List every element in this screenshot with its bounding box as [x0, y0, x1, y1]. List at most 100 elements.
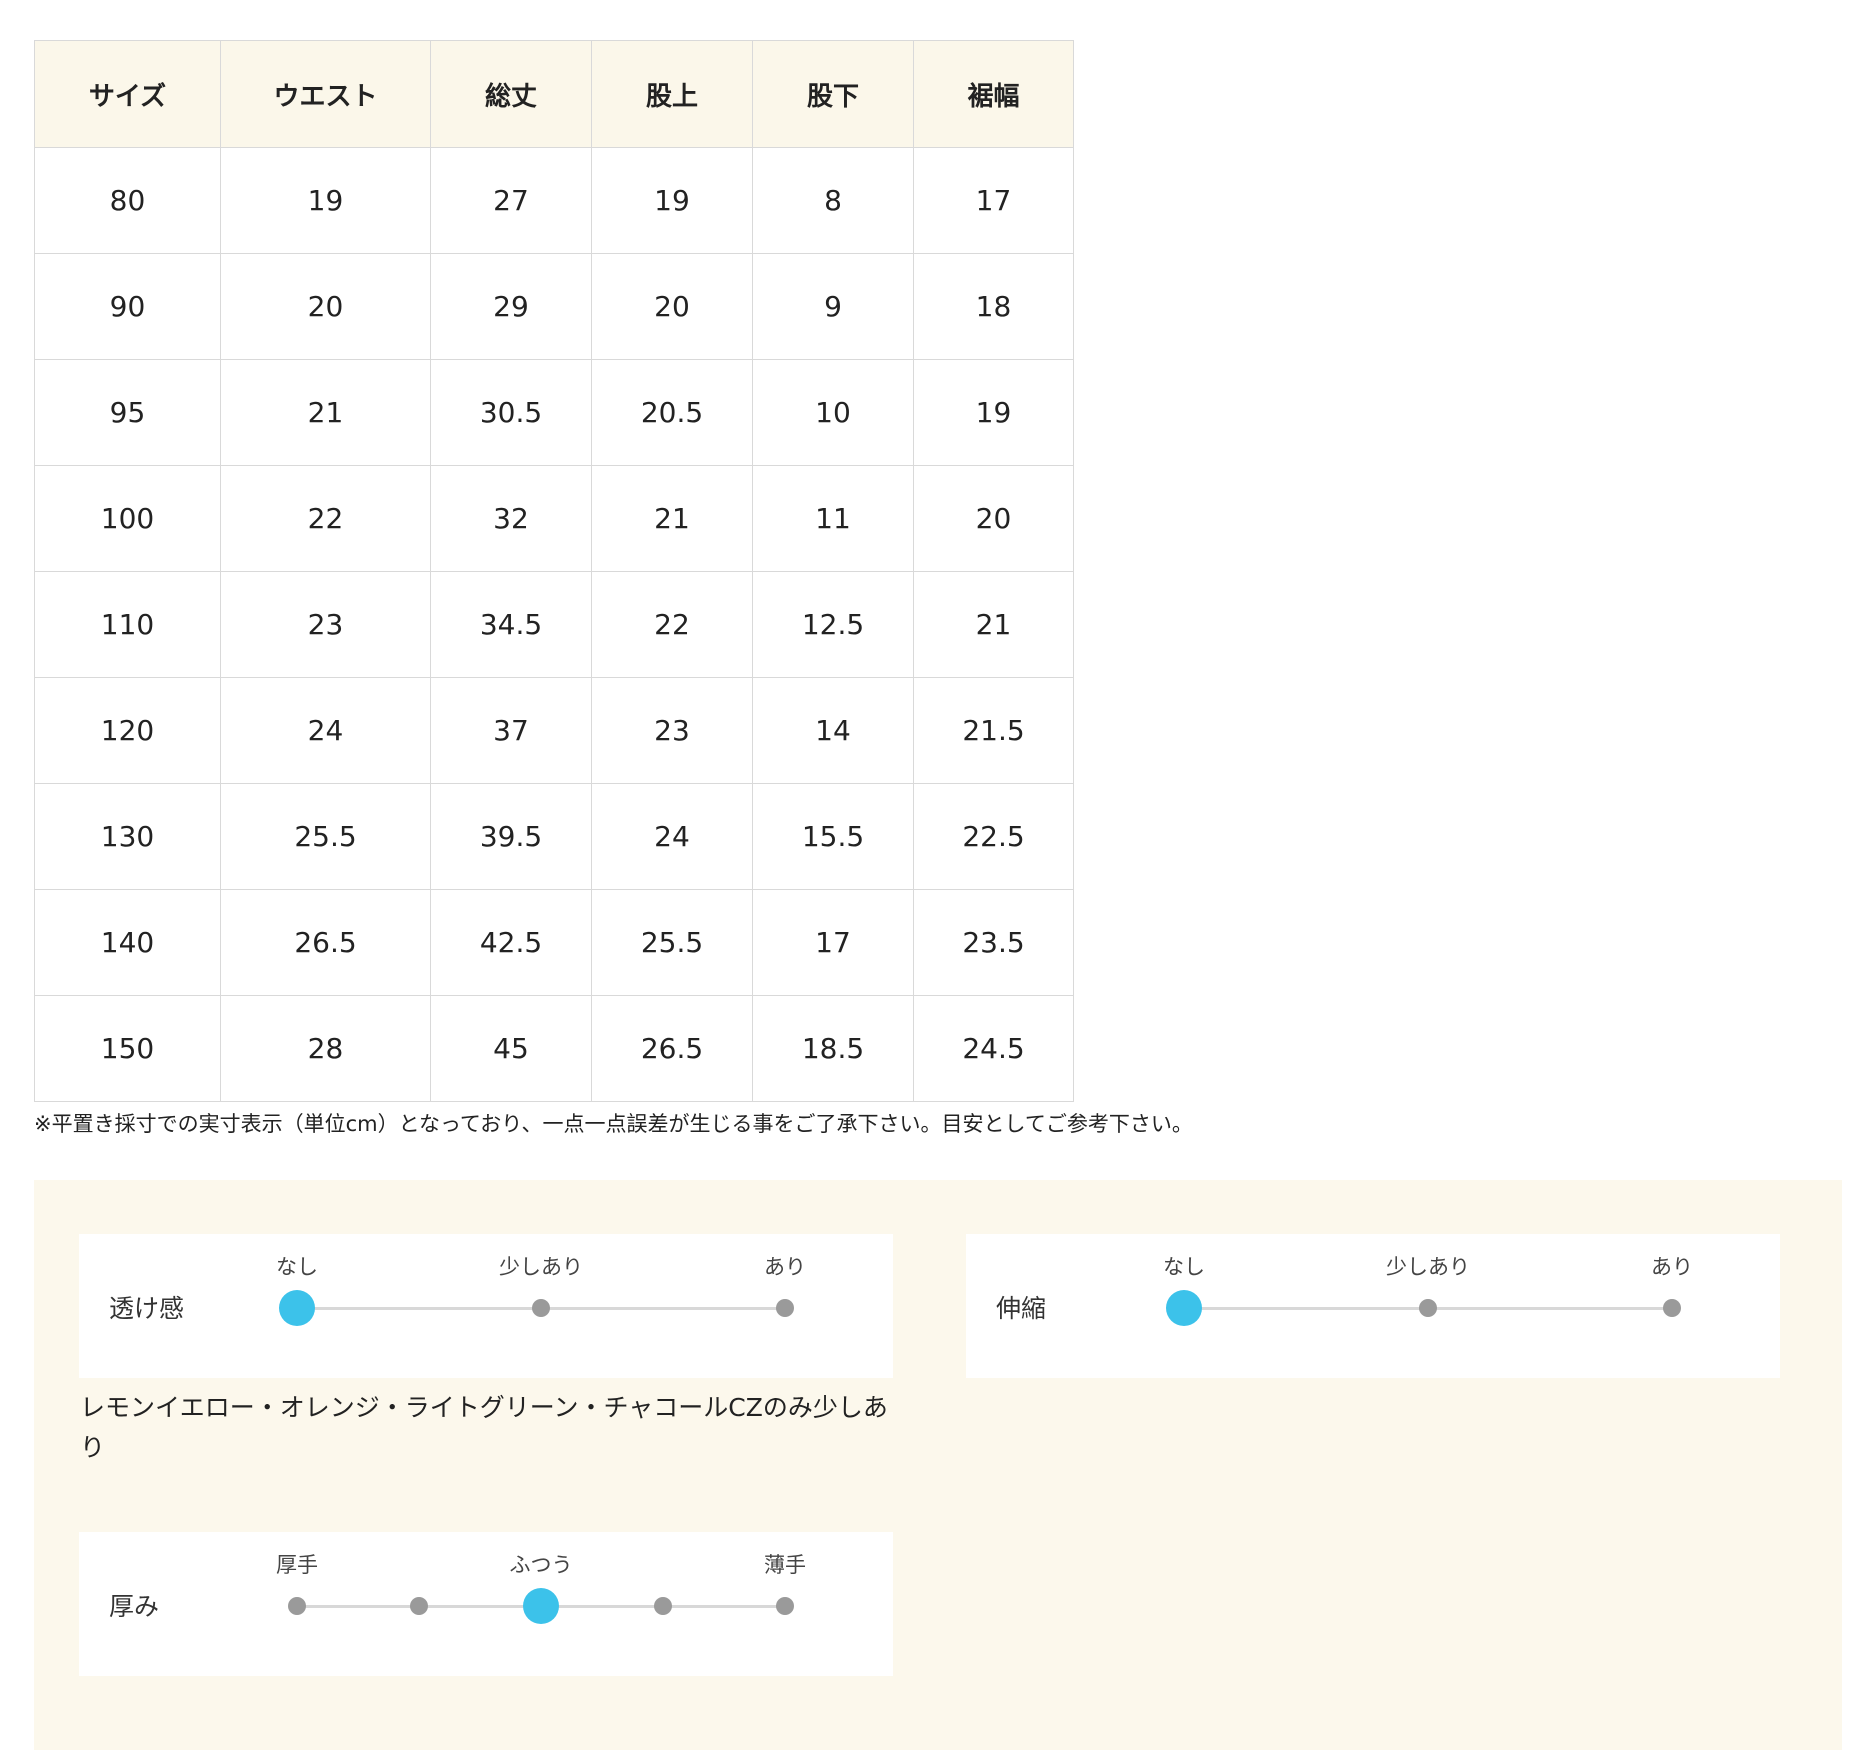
scale-tick-label: あり [1651, 1255, 1693, 1279]
header-inseam: 股下 [752, 40, 914, 148]
scale-dot [532, 1299, 550, 1317]
header-hem-width: 裾幅 [913, 40, 1074, 148]
table-cell: 9 [752, 253, 914, 360]
scale-label: 厚み [109, 1592, 160, 1621]
table-cell: 100 [34, 465, 221, 572]
scale-label: 伸縮 [996, 1294, 1047, 1323]
table-cell: 34.5 [430, 571, 592, 678]
scale-dot [1663, 1299, 1681, 1317]
table-cell: 11 [752, 465, 914, 572]
stretch-scale: 伸縮 なし 少しあり あり [966, 1234, 1780, 1378]
scale-tick-label: あり [764, 1255, 806, 1279]
table-row: 130 25.5 39.5 24 15.5 22.5 [34, 783, 1074, 890]
table-cell: 26.5 [220, 889, 431, 996]
table-cell: 27 [430, 147, 592, 254]
table-cell: 80 [34, 147, 221, 254]
transparency-note: レモンイエロー・オレンジ・ライトグリーン・チャコールCZのみ少しあり [80, 1393, 888, 1462]
table-cell: 39.5 [430, 783, 592, 890]
scale-dot [776, 1299, 794, 1317]
table-cell: 24 [591, 783, 753, 890]
table-cell: 26.5 [591, 995, 753, 1102]
thickness-scale: 厚み 厚手 ふつう 薄手 [79, 1532, 893, 1676]
table-cell: 140 [34, 889, 221, 996]
table-cell: 8 [752, 147, 914, 254]
table-cell: 21 [220, 359, 431, 466]
table-row: 150 28 45 26.5 18.5 24.5 [34, 995, 1074, 1102]
measurement-note: ※平置き採寸での実寸表示（単位cm）となっており、一点一点誤差が生じる事をご了承… [34, 1112, 1193, 1136]
table-cell: 18 [913, 253, 1074, 360]
table-cell: 21.5 [913, 677, 1074, 784]
table-row: 80 19 27 19 8 17 [34, 147, 1074, 254]
table-cell: 21 [913, 571, 1074, 678]
table-cell: 18.5 [752, 995, 914, 1102]
table-cell: 22 [220, 465, 431, 572]
table-cell: 130 [34, 783, 221, 890]
table-cell: 23.5 [913, 889, 1074, 996]
scale-tick-label: 少しあり [1386, 1255, 1470, 1279]
scale-dot-selected [1166, 1290, 1202, 1326]
table-cell: 23 [220, 571, 431, 678]
table-cell: 10 [752, 359, 914, 466]
table-cell: 19 [913, 359, 1074, 466]
scale-tick-label: 薄手 [764, 1553, 806, 1577]
table-row: 90 20 29 20 9 18 [34, 253, 1074, 360]
table-cell: 25.5 [220, 783, 431, 890]
table-cell: 15.5 [752, 783, 914, 890]
table-cell: 29 [430, 253, 592, 360]
table-cell: 45 [430, 995, 592, 1102]
scale-tick-label: ふつう [509, 1553, 573, 1577]
table-cell: 37 [430, 677, 592, 784]
scale-dot [410, 1597, 428, 1615]
scale-dot [654, 1597, 672, 1615]
table-cell: 30.5 [430, 359, 592, 466]
scale-dot-selected [279, 1290, 315, 1326]
table-row: 95 21 30.5 20.5 10 19 [34, 359, 1074, 466]
table-cell: 17 [752, 889, 914, 996]
table-cell: 20.5 [591, 359, 753, 466]
table-cell: 24 [220, 677, 431, 784]
transparency-scale: 透け感 なし 少しあり あり [79, 1234, 893, 1378]
table-cell: 110 [34, 571, 221, 678]
table-row: 110 23 34.5 22 12.5 21 [34, 571, 1074, 678]
table-cell: 42.5 [430, 889, 592, 996]
table-cell: 14 [752, 677, 914, 784]
table-cell: 20 [220, 253, 431, 360]
table-cell: 20 [591, 253, 753, 360]
table-cell: 19 [591, 147, 753, 254]
table-cell: 120 [34, 677, 221, 784]
table-cell: 12.5 [752, 571, 914, 678]
table-cell: 24.5 [913, 995, 1074, 1102]
scale-dot [776, 1597, 794, 1615]
table-cell: 95 [34, 359, 221, 466]
table-cell: 28 [220, 995, 431, 1102]
table-cell: 22 [591, 571, 753, 678]
table-row: 140 26.5 42.5 25.5 17 23.5 [34, 889, 1074, 996]
table-cell: 23 [591, 677, 753, 784]
table-row: 120 24 37 23 14 21.5 [34, 677, 1074, 784]
scale-dot [1419, 1299, 1437, 1317]
table-cell: 21 [591, 465, 753, 572]
header-rise: 股上 [591, 40, 753, 148]
scale-dot [288, 1597, 306, 1615]
scale-tick-label: なし [276, 1255, 318, 1279]
fabric-properties-panel: 透け感 なし 少しあり あり 伸縮 なし 少しあり あり レモンイエロー・オレン… [34, 1180, 1842, 1750]
table-cell: 150 [34, 995, 221, 1102]
header-total-length: 総丈 [430, 40, 592, 148]
table-row: 100 22 32 21 11 20 [34, 465, 1074, 572]
scale-label: 透け感 [109, 1294, 185, 1323]
table-cell: 17 [913, 147, 1074, 254]
size-table: サイズ ウエスト 総丈 股上 股下 裾幅 80 19 27 19 8 17 90… [34, 40, 1074, 1102]
table-cell: 22.5 [913, 783, 1074, 890]
table-header-row: サイズ ウエスト 総丈 股上 股下 裾幅 [34, 40, 1074, 148]
table-cell: 90 [34, 253, 221, 360]
table-cell: 19 [220, 147, 431, 254]
table-cell: 20 [913, 465, 1074, 572]
table-cell: 25.5 [591, 889, 753, 996]
scale-tick-label: 少しあり [499, 1255, 583, 1279]
table-cell: 32 [430, 465, 592, 572]
header-size: サイズ [34, 40, 221, 148]
scale-tick-label: なし [1163, 1255, 1205, 1279]
header-waist: ウエスト [220, 40, 431, 148]
scale-tick-label: 厚手 [276, 1553, 318, 1577]
scale-dot-selected [523, 1588, 559, 1624]
